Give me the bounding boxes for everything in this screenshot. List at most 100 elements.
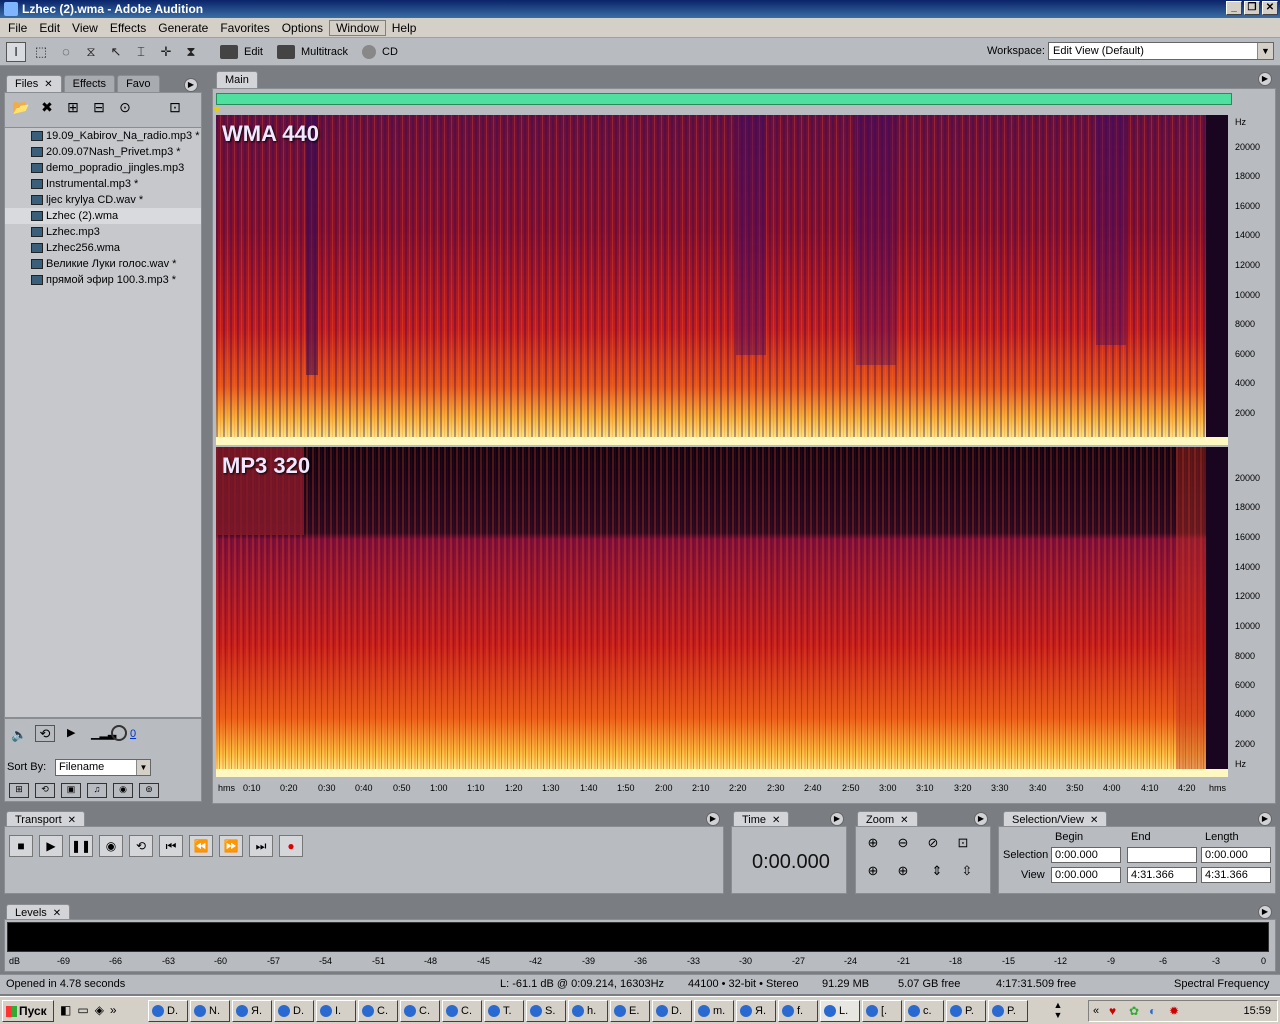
filter-view-icon[interactable]: ◉ bbox=[113, 783, 133, 798]
record-button[interactable]: ● bbox=[279, 835, 303, 857]
zoom-out-vertical-icon[interactable]: ⇳ bbox=[956, 863, 978, 883]
restore-button[interactable]: ❐ bbox=[1244, 1, 1260, 15]
multitrack-mode-button[interactable]: Multitrack bbox=[276, 44, 348, 59]
filter-loop-icon[interactable]: ⟲ bbox=[35, 783, 55, 798]
panel-menu-icon[interactable]: ▶ bbox=[184, 78, 198, 92]
scrub-tool-icon[interactable]: ✛ bbox=[156, 42, 176, 62]
close-icon[interactable]: ✕ bbox=[44, 79, 52, 90]
taskbar-item[interactable]: E. bbox=[610, 1000, 650, 1022]
taskbar-item[interactable]: m. bbox=[694, 1000, 734, 1022]
close-icon[interactable]: ✕ bbox=[772, 815, 780, 826]
pause-button[interactable]: ❚❚ bbox=[69, 835, 93, 857]
taskbar-item[interactable]: N. bbox=[190, 1000, 230, 1022]
zoom-in-vertical-icon[interactable]: ⇕ bbox=[926, 863, 948, 883]
close-icon[interactable]: ✕ bbox=[900, 815, 908, 826]
cursor-tool-icon[interactable]: ⌶ bbox=[131, 42, 151, 62]
workspace-select[interactable]: Edit View (Default) ▼ bbox=[1048, 42, 1274, 60]
panel-menu-icon[interactable]: ▶ bbox=[1258, 905, 1272, 919]
panel-menu-icon[interactable]: ▶ bbox=[706, 812, 720, 826]
panel-menu-icon[interactable]: ▶ bbox=[830, 812, 844, 826]
clock[interactable]: 15:59 bbox=[1243, 1005, 1271, 1017]
open-file-icon[interactable]: 📂 bbox=[11, 99, 31, 119]
taskbar-item[interactable]: [. bbox=[862, 1000, 902, 1022]
panel-menu-icon[interactable]: ▶ bbox=[974, 812, 988, 826]
loop-button[interactable]: ⟲ bbox=[129, 835, 153, 857]
list-item[interactable]: demo_popradio_jingles.mp3 bbox=[5, 160, 201, 176]
menu-edit[interactable]: Edit bbox=[33, 21, 66, 35]
filter-audio-icon[interactable]: ⊞ bbox=[9, 783, 29, 798]
taskbar-item[interactable]: f. bbox=[778, 1000, 818, 1022]
minimize-button[interactable]: _ bbox=[1226, 1, 1242, 15]
filter-midi-icon[interactable]: ♫ bbox=[87, 783, 107, 798]
panel-menu-icon[interactable]: ▶ bbox=[1258, 812, 1272, 826]
move-tool-icon[interactable]: ↖ bbox=[106, 42, 126, 62]
panel-menu-icon[interactable]: ▶ bbox=[1258, 72, 1272, 86]
go-to-end-button[interactable]: ⏭ bbox=[249, 835, 273, 857]
view-length-field[interactable]: 4:31.366 bbox=[1201, 867, 1271, 883]
go-to-beginning-button[interactable]: ⏮ bbox=[159, 835, 183, 857]
menu-window[interactable]: Window bbox=[329, 19, 386, 36]
view-end-field[interactable]: 4:31.366 bbox=[1127, 867, 1197, 883]
lasso-tool-icon[interactable]: ◌ bbox=[56, 42, 76, 62]
zoom-right-edge-icon[interactable]: ⊕ bbox=[892, 863, 914, 883]
tab-main[interactable]: Main bbox=[216, 71, 258, 88]
play-button[interactable]: ▶ bbox=[39, 835, 63, 857]
speaker-icon[interactable]: 🔈 bbox=[11, 727, 27, 743]
spectrogram-track-1[interactable]: WMA 440 bbox=[216, 115, 1228, 445]
taskbar-item-active[interactable]: L. bbox=[820, 1000, 860, 1022]
close-icon[interactable]: ✕ bbox=[53, 908, 61, 919]
taskbar-item[interactable]: D. bbox=[274, 1000, 314, 1022]
close-icon[interactable]: ✕ bbox=[68, 815, 76, 826]
list-item[interactable]: Instrumental.mp3 * bbox=[5, 176, 201, 192]
show-options-icon[interactable]: ⊡ bbox=[165, 99, 185, 119]
rewind-button[interactable]: ⏪ bbox=[189, 835, 213, 857]
taskbar-scroll[interactable]: ▲ ▼ bbox=[1034, 1000, 1082, 1022]
play-preview-icon[interactable]: ▶ bbox=[67, 726, 75, 739]
list-item[interactable]: Lzhec.mp3 bbox=[5, 224, 201, 240]
menu-help[interactable]: Help bbox=[386, 21, 423, 35]
menu-file[interactable]: File bbox=[2, 21, 33, 35]
close-file-icon[interactable]: ✖ bbox=[37, 99, 57, 119]
taskbar-item[interactable]: S. bbox=[526, 1000, 566, 1022]
zoom-out-full-icon[interactable]: ⊘ bbox=[922, 835, 944, 855]
insert-multitrack-icon[interactable]: ⊞ bbox=[63, 99, 83, 119]
sort-by-select[interactable]: Filename ▼ bbox=[55, 759, 151, 776]
list-item[interactable]: 20.09.07Nash_Privet.mp3 * bbox=[5, 144, 201, 160]
spectrogram-track-2[interactable]: MP3 320 bbox=[216, 447, 1228, 777]
taskbar-item[interactable]: P. bbox=[946, 1000, 986, 1022]
zoom-out-horizontal-icon[interactable]: ⊖ bbox=[892, 835, 914, 855]
time-selection-tool-icon[interactable]: I bbox=[6, 41, 26, 62]
taskbar-item[interactable]: P. bbox=[988, 1000, 1028, 1022]
marquee-tool-icon[interactable]: ⬚ bbox=[31, 42, 51, 62]
menu-options[interactable]: Options bbox=[276, 21, 329, 35]
tab-effects[interactable]: Effects bbox=[63, 75, 116, 92]
tray-app-icon[interactable]: ◐ bbox=[1149, 1004, 1156, 1018]
list-item-selected[interactable]: Lzhec (2).wma bbox=[5, 208, 201, 224]
time-ruler[interactable]: hms 0:10 0:20 0:30 0:40 0:50 1:00 1:10 1… bbox=[216, 779, 1232, 797]
overview-bar[interactable] bbox=[216, 93, 1232, 105]
cd-mode-button[interactable]: CD bbox=[362, 44, 398, 59]
play-from-cursor-button[interactable]: ◉ bbox=[99, 835, 123, 857]
volume-knob[interactable] bbox=[111, 725, 127, 741]
close-icon[interactable]: ✕ bbox=[1090, 815, 1098, 826]
stop-button[interactable]: ■ bbox=[9, 835, 33, 857]
list-item[interactable]: 19.09_Kabirov_Na_radio.mp3 * bbox=[5, 128, 201, 144]
tray-app-icon[interactable]: ✿ bbox=[1129, 1004, 1139, 1018]
menu-view[interactable]: View bbox=[66, 21, 104, 35]
taskbar-item[interactable]: I. bbox=[316, 1000, 356, 1022]
zoom-left-edge-icon[interactable]: ⊕ bbox=[862, 863, 884, 883]
taskbar-item[interactable]: C. bbox=[442, 1000, 482, 1022]
close-button[interactable]: ✕ bbox=[1262, 1, 1278, 15]
list-item[interactable]: Великие Луки голос.wav * bbox=[5, 256, 201, 272]
taskbar-item[interactable]: c. bbox=[904, 1000, 944, 1022]
taskbar-item[interactable]: D. bbox=[148, 1000, 188, 1022]
tab-files[interactable]: Files ✕ bbox=[6, 75, 62, 92]
list-item[interactable]: ljec krylya CD.wav * bbox=[5, 192, 201, 208]
menu-generate[interactable]: Generate bbox=[152, 21, 214, 35]
menu-effects[interactable]: Effects bbox=[104, 21, 152, 35]
insert-cd-icon[interactable]: ⊟ bbox=[89, 99, 109, 119]
selection-end-field[interactable] bbox=[1127, 847, 1197, 863]
tray-app-icon[interactable]: ♥ bbox=[1109, 1004, 1116, 1018]
tab-favorites[interactable]: Favo bbox=[117, 75, 160, 92]
playhead-marker-icon[interactable] bbox=[213, 107, 221, 113]
